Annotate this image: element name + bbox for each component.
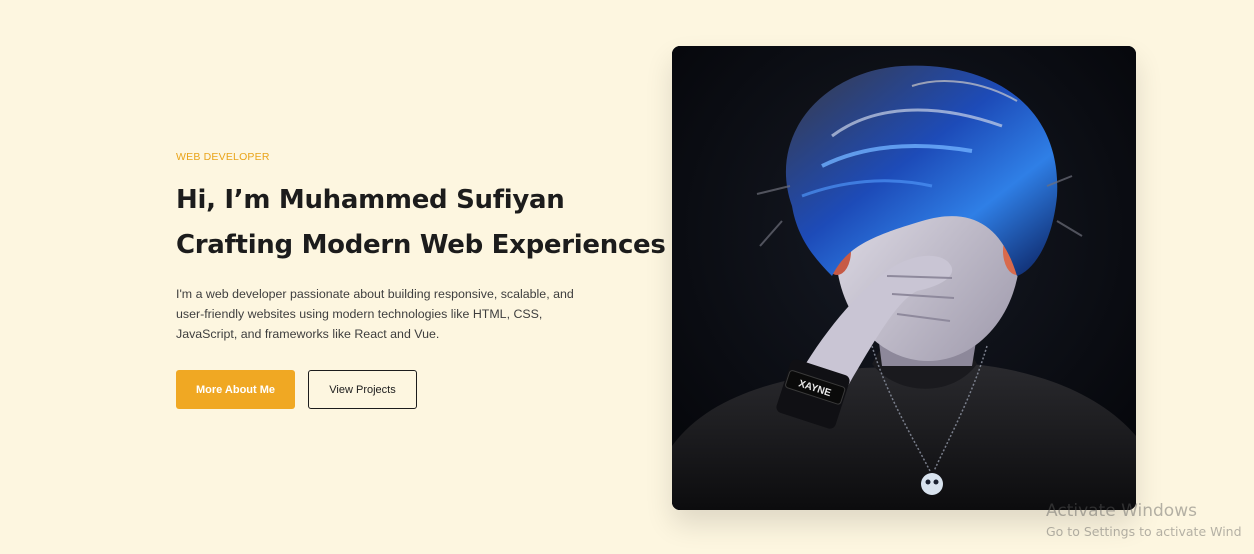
hero-actions: More About Me View Projects	[176, 370, 656, 409]
headline-line-tagline: Crafting Modern Web Experiences	[176, 230, 666, 260]
intro-paragraph: I'm a web developer passionate about bui…	[176, 287, 574, 341]
hero-section: WEB DEVELOPER Hi, I’m Muhammed Sufiyan C…	[176, 150, 666, 409]
role-eyebrow: WEB DEVELOPER	[176, 151, 270, 163]
headline-line-greeting: Hi, I’m Muhammed Sufiyan	[176, 185, 565, 215]
hero-headline: Hi, I’m Muhammed Sufiyan Crafting Modern…	[176, 178, 666, 268]
windows-activation-watermark: Activate Windows Go to Settings to activ…	[1046, 500, 1242, 542]
activation-subtitle: Go to Settings to activate Wind	[1046, 524, 1242, 539]
view-projects-button[interactable]: View Projects	[308, 370, 417, 409]
more-about-me-button[interactable]: More About Me	[176, 370, 295, 409]
activation-title: Activate Windows	[1046, 501, 1197, 521]
profile-portrait-image: XAYNE	[672, 46, 1136, 510]
